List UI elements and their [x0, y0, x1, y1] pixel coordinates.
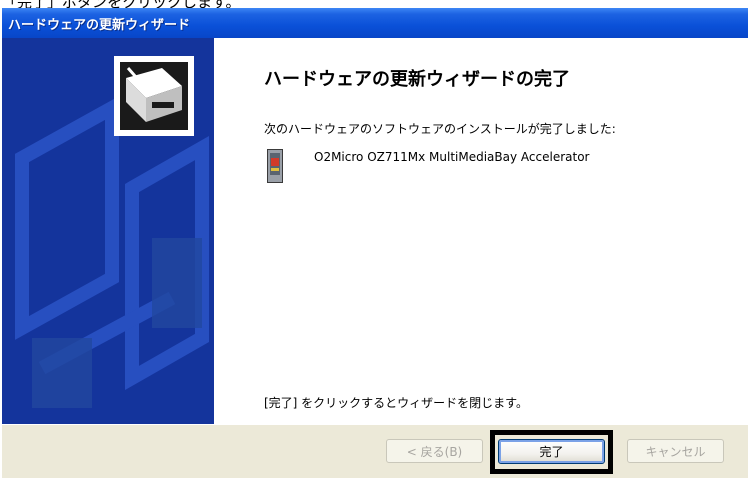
button-bar: < 戻る(B) 完了 キャンセル [2, 424, 748, 478]
back-button[interactable]: < 戻る(B) [386, 439, 483, 463]
cancel-button[interactable]: キャンセル [627, 439, 724, 463]
instruction-caption: 「完了」ボタンをクリックします。 [0, 0, 750, 8]
wizard-content: ハードウェアの更新ウィザードの完了 次のハードウェアのソフトウェアのインストール… [214, 38, 748, 424]
hardware-icon [114, 56, 194, 136]
instruction-caption-text: 「完了」ボタンをクリックします。 [2, 0, 241, 8]
wizard-window: ハードウェアの更新ウィザード ハードウェアの更新ウィザードの完了 次のハードウェ… [2, 8, 748, 478]
wizard-banner-graphic [2, 38, 214, 424]
title-bar[interactable]: ハードウェアの更新ウィザード [2, 8, 748, 38]
wizard-heading: ハードウェアの更新ウィザードの完了 [264, 69, 570, 90]
device-name: O2Micro OZ711Mx MultiMediaBay Accelerato… [314, 150, 590, 164]
finish-button[interactable]: 完了 [498, 439, 605, 464]
window-title: ハードウェアの更新ウィザード [8, 18, 191, 33]
finish-instruction: [完了] をクリックするとウィザードを閉じます。 [264, 396, 528, 410]
pc-card-icon [267, 149, 283, 187]
wizard-side-banner [2, 38, 214, 424]
completion-message: 次のハードウェアのソフトウェアのインストールが完了しました: [264, 122, 616, 136]
